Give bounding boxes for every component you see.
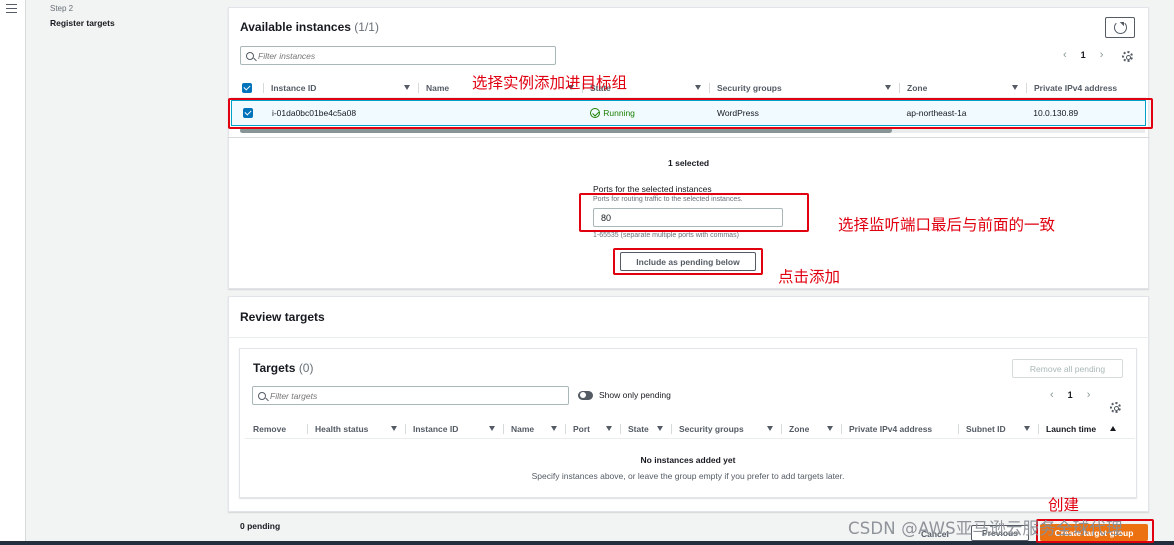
col-name[interactable]: Name <box>503 419 565 438</box>
col-private-ipv4[interactable]: Private IPv4 address <box>1026 78 1146 97</box>
refresh-icon <box>1113 21 1127 34</box>
col-state[interactable]: State <box>620 419 671 438</box>
divider <box>228 337 1149 338</box>
instances-table-header: Instance ID Name State Security groups Z… <box>231 78 1146 98</box>
preferences-gear-icon[interactable] <box>1122 51 1133 62</box>
remove-all-pending-button[interactable]: Remove all pending <box>1012 359 1123 378</box>
annotation-box-instance-row <box>228 98 1153 129</box>
col-security-groups[interactable]: Security groups <box>709 78 899 97</box>
sort-caret-icon <box>695 85 701 90</box>
current-page[interactable]: 1 <box>1081 50 1086 60</box>
watermark-text: CSDN @AWS亚马逊云服务全球代理 <box>848 519 1123 538</box>
instances-pagination: ‹ 1 › <box>1063 49 1103 61</box>
targets-pagination: ‹ 1 › <box>1050 389 1090 401</box>
filter-instances-input[interactable] <box>258 50 555 61</box>
chevron-left-icon[interactable]: ‹ <box>1063 49 1067 61</box>
col-security-groups[interactable]: Security groups <box>671 419 781 438</box>
sort-caret-icon <box>551 426 557 431</box>
search-icon <box>258 391 266 400</box>
empty-state-description: Specify instances above, or leave the gr… <box>531 471 845 481</box>
sort-caret-icon <box>391 426 397 431</box>
show-only-pending-toggle[interactable]: Show only pending <box>578 390 671 400</box>
col-instance-id[interactable]: Instance ID <box>263 78 418 97</box>
col-remove: Remove <box>253 423 287 434</box>
sort-caret-icon <box>1024 426 1030 431</box>
sort-caret-icon <box>657 426 663 431</box>
selected-summary: 1 selected <box>668 158 710 168</box>
annotation-box-include-button <box>613 248 763 275</box>
col-subnet-id[interactable]: Subnet ID <box>958 419 1038 438</box>
toggle-switch-icon[interactable] <box>578 390 593 400</box>
wizard-step-number: Step 2 <box>50 4 74 13</box>
hamburger-icon[interactable] <box>6 4 17 13</box>
chevron-left-icon[interactable]: ‹ <box>1050 389 1054 401</box>
divider <box>228 137 1149 138</box>
col-zone[interactable]: Zone <box>781 419 841 438</box>
annotation-click-add: 点击添加 <box>778 268 841 286</box>
select-all-checkbox[interactable] <box>242 82 252 93</box>
annotation-select-port: 选择监听端口最后与前面的一致 <box>838 216 1056 234</box>
targets-title: Targets (0) <box>253 361 314 375</box>
available-instances-count: (1/1) <box>354 20 379 34</box>
annotation-create: 创建 <box>1048 496 1080 514</box>
targets-table-header: Remove Health status Instance ID Name Po… <box>245 419 1135 439</box>
sort-caret-icon <box>1012 85 1018 90</box>
filter-targets-input[interactable] <box>270 390 568 401</box>
col-private-ipv4[interactable]: Private IPv4 address <box>841 419 958 438</box>
chevron-right-icon[interactable]: › <box>1100 49 1104 61</box>
sort-caret-icon <box>885 85 891 90</box>
col-zone[interactable]: Zone <box>899 78 1026 97</box>
chevron-right-icon[interactable]: › <box>1087 389 1091 401</box>
empty-state-title: No instances added yet <box>640 455 736 465</box>
review-targets-title: Review targets <box>240 310 325 324</box>
col-port[interactable]: Port <box>565 419 620 438</box>
sort-caret-icon <box>827 426 833 431</box>
current-page[interactable]: 1 <box>1068 390 1073 400</box>
sort-caret-icon <box>489 426 495 431</box>
annotation-box-ports <box>579 193 809 232</box>
sort-caret-up-icon <box>1110 426 1116 431</box>
sort-caret-icon <box>404 85 410 90</box>
col-launch-time[interactable]: Launch time <box>1038 419 1124 438</box>
col-health-status[interactable]: Health status <box>307 419 405 438</box>
annotation-select-instance: 选择实例添加进目标组 <box>472 74 628 92</box>
pending-count: 0 pending <box>240 521 281 531</box>
sort-caret-icon <box>606 426 612 431</box>
sort-caret-icon <box>767 426 773 431</box>
wizard-step-title[interactable]: Register targets <box>50 18 115 28</box>
targets-count: (0) <box>298 361 314 375</box>
select-all-checkbox-cell[interactable] <box>231 78 263 97</box>
show-only-pending-label: Show only pending <box>599 390 671 400</box>
search-icon <box>246 51 254 60</box>
bottom-dark-bar <box>0 541 1174 545</box>
filter-instances-search[interactable] <box>240 46 556 65</box>
col-instance-id[interactable]: Instance ID <box>405 419 503 438</box>
left-nav-rail <box>0 0 26 545</box>
preferences-gear-icon[interactable] <box>1110 402 1121 413</box>
filter-targets-search[interactable] <box>252 386 569 405</box>
available-instances-title: Available instances (1/1) <box>240 20 379 34</box>
refresh-button[interactable] <box>1105 17 1135 38</box>
ports-hint: 1-65535 (separate multiple ports with co… <box>593 232 739 239</box>
wizard-steps <box>27 0 225 545</box>
